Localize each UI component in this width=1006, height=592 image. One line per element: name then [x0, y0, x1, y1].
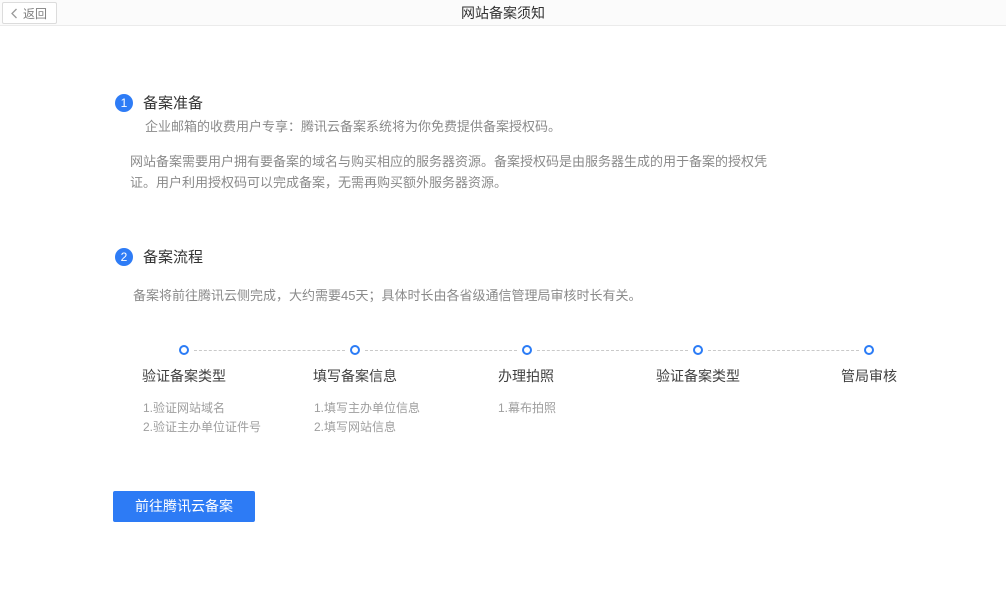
- step-number-badge-1: 1: [115, 94, 133, 112]
- back-button-label: 返回: [23, 5, 47, 22]
- substep-item: 1.幕布拍照: [498, 399, 556, 418]
- filing-notice-page: 网站备案须知 返回 1 备案准备 企业邮箱的收费用户专享：腾讯云备案系统将为你免…: [0, 0, 1006, 592]
- section-process-title: 备案流程: [143, 249, 203, 267]
- chevron-left-icon: [10, 8, 18, 19]
- step-node-icon: [693, 345, 703, 355]
- step-connector: [537, 350, 688, 351]
- prepare-highlight-line: 企业邮箱的收费用户专享：腾讯云备案系统将为你免费提供备案授权码。: [145, 116, 561, 137]
- step-substeps-2: 1.填写主办单位信息 2.填写网站信息: [314, 399, 420, 437]
- step-label-verify-type-2: 验证备案类型: [656, 368, 740, 384]
- step-substeps-1: 1.验证网站域名 2.验证主办单位证件号: [143, 399, 261, 437]
- step-label-verify-type-1: 验证备案类型: [142, 368, 226, 384]
- step-label-review: 管局审核: [841, 368, 897, 384]
- top-bar: 网站备案须知 返回: [0, 0, 1006, 26]
- process-intro: 备案将前往腾讯云侧完成，大约需要45天；具体时长由各省级通信管理局审核时长有关。: [133, 285, 641, 306]
- step-node-icon: [864, 345, 874, 355]
- step-connector: [365, 350, 517, 351]
- step-connector: [194, 350, 345, 351]
- step-label-fill-info: 填写备案信息: [313, 368, 397, 384]
- step-label-photo: 办理拍照: [498, 368, 554, 384]
- substep-item: 2.验证主办单位证件号: [143, 418, 261, 437]
- substep-item: 2.填写网站信息: [314, 418, 420, 437]
- go-to-tencent-cloud-filing-button[interactable]: 前往腾讯云备案: [113, 491, 255, 522]
- step-node-icon: [350, 345, 360, 355]
- step-substeps-3: 1.幕布拍照: [498, 399, 556, 418]
- section-prepare-title: 备案准备: [143, 95, 203, 113]
- step-node-icon: [522, 345, 532, 355]
- prepare-paragraph: 网站备案需要用户拥有要备案的域名与购买相应的服务器资源。备案授权码是由服务器生成…: [130, 151, 786, 193]
- step-number-badge-2: 2: [115, 248, 133, 266]
- page-title: 网站备案须知: [0, 0, 1006, 26]
- step-connector: [708, 350, 859, 351]
- substep-item: 1.验证网站域名: [143, 399, 261, 418]
- substep-item: 1.填写主办单位信息: [314, 399, 420, 418]
- step-node-icon: [179, 345, 189, 355]
- back-button[interactable]: 返回: [2, 2, 57, 24]
